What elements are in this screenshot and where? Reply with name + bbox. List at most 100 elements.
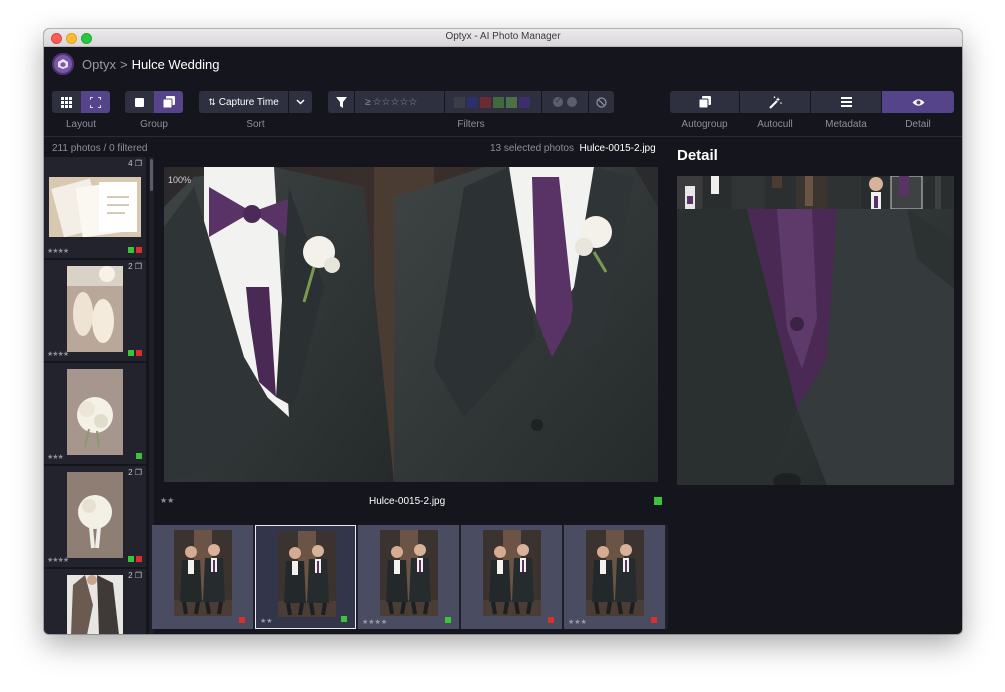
metadata-label: Metadata bbox=[825, 119, 867, 130]
filmstrip-photo bbox=[174, 530, 232, 616]
app-header: Optyx > Hulce Wedding bbox=[44, 47, 962, 85]
stack-count-badge: 4 ❐ bbox=[128, 159, 142, 168]
sort-value: Capture Time bbox=[218, 96, 279, 108]
photo-thumbnail bbox=[49, 177, 141, 237]
unflagged-dot-icon[interactable] bbox=[567, 97, 577, 107]
photo-thumbnail bbox=[67, 472, 123, 558]
filmstrip-thumbnail[interactable]: ★★★★ bbox=[358, 525, 459, 629]
filter-toggle-button[interactable] bbox=[328, 91, 354, 113]
star-outline-icon[interactable]: ☆ bbox=[399, 97, 408, 108]
filmstrip-thumbnail[interactable] bbox=[152, 525, 253, 629]
color-swatch-filter[interactable] bbox=[519, 96, 530, 108]
main-filename: Hulce-0015-2.jpg bbox=[369, 496, 446, 507]
flag-filter[interactable]: ✓ bbox=[542, 91, 588, 113]
filmstrip-color-tag[interactable] bbox=[341, 616, 347, 622]
color-tag[interactable] bbox=[128, 350, 134, 356]
funnel-icon bbox=[335, 96, 347, 108]
breadcrumb-separator: > bbox=[119, 57, 128, 72]
rating-filter[interactable]: ≥ ☆ ☆ ☆ ☆ ☆ bbox=[355, 91, 444, 113]
detail-thumbnails bbox=[677, 176, 954, 209]
filmstrip-color-tag[interactable] bbox=[548, 617, 554, 623]
star-outline-icon[interactable]: ☆ bbox=[381, 97, 390, 108]
filmstrip-color-tag[interactable] bbox=[445, 617, 451, 623]
stack-count-badge: 2 ❐ bbox=[128, 262, 142, 271]
window-title: Optyx - AI Photo Manager bbox=[445, 31, 561, 42]
metadata-button[interactable] bbox=[811, 91, 881, 113]
color-swatch-filter[interactable] bbox=[480, 96, 491, 108]
filmstrip-thumbnail[interactable] bbox=[461, 525, 562, 629]
grid-thumbnail-cell[interactable]: ★★★ bbox=[44, 363, 146, 464]
current-filename: Hulce-0015-2.jpg bbox=[579, 143, 656, 154]
optyx-logo-icon[interactable] bbox=[52, 53, 74, 75]
grid-icon bbox=[61, 96, 72, 108]
grid-thumbnail-cell[interactable]: 2 ❐ ★★★★ bbox=[44, 260, 146, 361]
sort-select[interactable]: ⇅ Capture Time bbox=[199, 91, 288, 113]
thumbnail-rating[interactable]: ★★★★ bbox=[47, 350, 69, 358]
photo-thumbnail bbox=[67, 575, 123, 634]
layout-label: Layout bbox=[65, 119, 97, 130]
filmstrip-color-tag[interactable] bbox=[239, 617, 245, 623]
grid-layout-button[interactable] bbox=[52, 91, 81, 113]
star-outline-icon[interactable]: ☆ bbox=[373, 97, 382, 108]
breadcrumb-app[interactable]: Optyx bbox=[82, 57, 116, 72]
magic-wand-icon bbox=[768, 95, 782, 109]
main-photo bbox=[164, 167, 658, 482]
filmstrip-thumbnail[interactable]: ★★ bbox=[255, 525, 356, 629]
grid-thumbnail-cell[interactable]: 4 ❐ ★★★★ bbox=[44, 157, 146, 258]
detail-photo bbox=[677, 209, 954, 485]
stack-group-button[interactable] bbox=[154, 91, 183, 113]
grid-thumbnail-cell[interactable]: 2 ❐ ★★★★ bbox=[44, 466, 146, 567]
stack-icon bbox=[162, 96, 175, 108]
breadcrumb: Optyx > Hulce Wedding bbox=[82, 57, 219, 72]
filmstrip-rating[interactable]: ★★★★ bbox=[362, 618, 387, 626]
color-swatch-filter[interactable] bbox=[493, 96, 504, 108]
sort-order-icon: ⇅ bbox=[208, 96, 216, 107]
color-tag[interactable] bbox=[128, 556, 134, 562]
stack-icon: ❐ bbox=[134, 159, 142, 168]
main-color-tag[interactable] bbox=[654, 497, 662, 505]
filmstrip-rating[interactable]: ★★ bbox=[260, 617, 273, 625]
app-window: Optyx - AI Photo Manager Optyx > Hulce Wed… bbox=[44, 29, 962, 634]
color-tag[interactable] bbox=[136, 350, 142, 356]
color-tag[interactable] bbox=[136, 247, 142, 253]
detail-button[interactable] bbox=[882, 91, 954, 113]
zoom-level: 100% bbox=[168, 175, 192, 185]
title-bar: Optyx - AI Photo Manager bbox=[44, 29, 962, 47]
detail-zoom-image[interactable] bbox=[677, 209, 954, 485]
thumbnail-rating[interactable]: ★★★★ bbox=[47, 247, 69, 255]
photo-thumbnail bbox=[67, 266, 123, 352]
single-group-button[interactable] bbox=[125, 91, 154, 113]
color-swatch-filter[interactable] bbox=[506, 96, 517, 108]
autogroup-button[interactable] bbox=[670, 91, 739, 113]
filmstrip-color-tag[interactable] bbox=[651, 617, 657, 623]
autocull-button[interactable] bbox=[740, 91, 810, 113]
selection-status: 13 selected photos Hulce-0015-2.jpg bbox=[490, 143, 656, 154]
color-tag[interactable] bbox=[128, 247, 134, 253]
stack-icon: ❐ bbox=[134, 571, 142, 580]
thumbnail-rating[interactable]: ★★★ bbox=[47, 453, 64, 461]
stack-count-badge: 2 ❐ bbox=[128, 571, 142, 580]
loupe-layout-button[interactable] bbox=[81, 91, 110, 113]
thumbnail-rating[interactable]: ★★★★ bbox=[47, 556, 69, 564]
main-rating[interactable]: ★★ bbox=[160, 496, 174, 505]
eye-icon bbox=[912, 98, 924, 106]
color-filter[interactable] bbox=[445, 91, 541, 113]
photo-grid-sidebar[interactable]: 4 ❐ ★★★★ 2 ❐ ★★★★ ★★★ 2 ❐ ★★★★ 2 ❐ bbox=[44, 157, 150, 634]
filmstrip-photo bbox=[278, 531, 336, 617]
star-outline-icon[interactable]: ☆ bbox=[390, 97, 399, 108]
sidebar-scroll-thumb[interactable] bbox=[150, 159, 153, 191]
color-tag[interactable] bbox=[136, 453, 142, 459]
sort-dropdown-button[interactable] bbox=[289, 91, 312, 113]
filmstrip-thumbnail[interactable]: ★★★ bbox=[564, 525, 665, 629]
star-outline-icon[interactable]: ☆ bbox=[408, 97, 417, 108]
color-swatch-filter[interactable] bbox=[454, 96, 465, 108]
color-swatch-filter[interactable] bbox=[467, 96, 478, 108]
main-photo-viewer[interactable] bbox=[164, 167, 658, 482]
detail-label: Detail bbox=[905, 119, 931, 130]
grid-thumbnail-cell[interactable]: 2 ❐ bbox=[44, 569, 146, 634]
filmstrip-rating[interactable]: ★★★ bbox=[568, 618, 587, 626]
picked-check-icon[interactable]: ✓ bbox=[553, 96, 563, 107]
detail-thumbnail-strip[interactable] bbox=[677, 176, 954, 209]
rejected-filter-button[interactable] bbox=[589, 91, 614, 113]
color-tag[interactable] bbox=[136, 556, 142, 562]
